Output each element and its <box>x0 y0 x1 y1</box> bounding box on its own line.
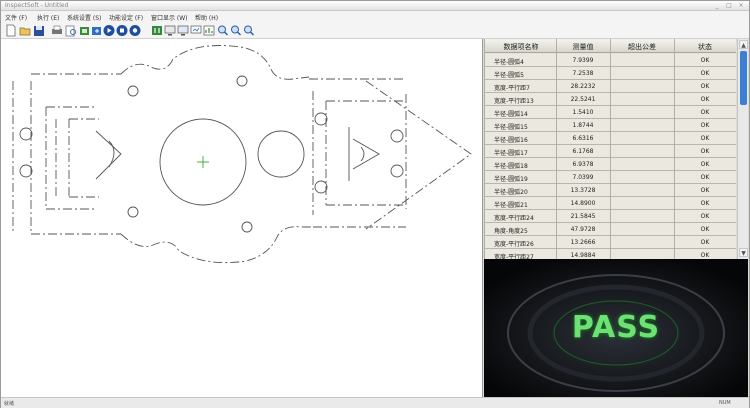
drawing-canvas[interactable] <box>1 39 483 397</box>
maximize-icon[interactable]: □ <box>725 2 733 9</box>
close-icon[interactable]: × <box>737 2 745 9</box>
cell-name: 宽度-平行距13 <box>494 98 534 105</box>
print-icon[interactable] <box>51 24 63 37</box>
new-file-icon[interactable] <box>5 24 17 37</box>
status-num: NUM <box>719 400 731 406</box>
cell-value: 22.5241 <box>570 96 596 103</box>
cell-value: 14.9884 <box>570 252 596 259</box>
cell-value: 13.2666 <box>570 239 596 246</box>
cell-name: 宽度-平行距27 <box>494 254 534 259</box>
menu-function[interactable]: 功能设定 (F) <box>109 13 143 22</box>
cell-value: 6.6316 <box>572 135 594 142</box>
cell-status: OK <box>700 96 710 103</box>
stop-icon[interactable] <box>116 24 128 37</box>
cell-status: OK <box>700 109 710 116</box>
cell-name: 宽度-平行距24 <box>494 215 534 222</box>
title-bar: InspectSoft - Untitled _ □ × <box>1 1 749 11</box>
cell-status: OK <box>700 122 710 129</box>
pass-result-label: PASS <box>571 310 661 345</box>
window-title: InspectSoft - Untitled <box>5 2 69 9</box>
import-icon[interactable] <box>79 24 91 37</box>
menu-execute[interactable]: 执行 (E) <box>37 13 59 22</box>
measurement-table: 数据项名称 测量值 超出公差 状态 半径-圆弧4 7.9399 OK 半径-圆弧5 7.… <box>484 39 736 259</box>
cell-status: OK <box>700 70 710 77</box>
minimize-icon[interactable]: _ <box>713 2 721 9</box>
center-crosshair <box>197 156 209 168</box>
toolbar <box>1 22 749 39</box>
cell-status: OK <box>700 187 710 194</box>
cell-status: OK <box>700 83 710 90</box>
cell-value: 14.8900 <box>570 200 596 207</box>
cell-value: 1.5410 <box>572 109 594 116</box>
cell-name: 角度-角度25 <box>494 228 528 235</box>
cell-value: 47.9728 <box>570 226 596 233</box>
cell-name: 半径-圆弧21 <box>494 202 528 209</box>
menu-system[interactable]: 系统设置 (S) <box>67 13 101 22</box>
cell-status: OK <box>700 148 710 155</box>
scroll-thumb[interactable] <box>740 51 747 105</box>
monitor-icon[interactable] <box>177 24 189 37</box>
cell-name: 宽度-平行距26 <box>494 241 534 248</box>
menu-help[interactable]: 帮助 (H) <box>195 13 218 22</box>
part-outline-drawing <box>12 45 472 264</box>
cell-status: OK <box>700 226 710 233</box>
cell-status: OK <box>700 135 710 142</box>
cell-value: 13.3728 <box>570 187 596 194</box>
screen-icon[interactable] <box>164 24 176 37</box>
cell-status: OK <box>700 200 710 207</box>
open-folder-icon[interactable] <box>19 24 31 37</box>
zoom-fit-icon[interactable] <box>243 24 255 37</box>
status-bar: 就绪 NUM <box>1 397 749 408</box>
cell-name: 宽度-平行距7 <box>494 85 530 92</box>
col-header-status[interactable]: 状态 <box>674 42 736 52</box>
cell-value: 6.9378 <box>572 161 594 168</box>
cell-name: 半径-圆弧4 <box>494 59 524 66</box>
zoom-out-icon[interactable] <box>230 24 242 37</box>
play-icon[interactable] <box>103 24 115 37</box>
chart-icon[interactable] <box>203 24 215 37</box>
scroll-down-icon[interactable]: ▼ <box>739 248 748 257</box>
cell-name: 半径-圆弧15 <box>494 124 528 131</box>
cell-value: 7.0399 <box>572 174 594 181</box>
cell-status: OK <box>700 252 710 259</box>
record-icon[interactable] <box>129 24 141 37</box>
cell-value: 6.1768 <box>572 148 594 155</box>
pause-icon[interactable] <box>151 24 163 37</box>
col-header-value[interactable]: 测量值 <box>556 42 610 52</box>
cell-status: OK <box>700 213 710 220</box>
cell-name: 半径-圆弧20 <box>494 189 528 196</box>
cell-name: 半径-圆弧19 <box>494 176 528 183</box>
cell-status: OK <box>700 174 710 181</box>
zoom-in-icon[interactable] <box>217 24 229 37</box>
cell-value: 7.9399 <box>572 57 594 64</box>
col-header-name[interactable]: 数据项名称 <box>494 42 548 52</box>
menu-bar: 文件 (F) 执行 (E) 系统设置 (S) 功能设定 (F) 窗口显示 (W)… <box>1 11 749 22</box>
result-display: PASS <box>484 259 748 397</box>
menu-file[interactable]: 文件 (F) <box>5 13 27 22</box>
export-icon[interactable] <box>91 24 103 37</box>
cell-name: 半径-圆弧16 <box>494 137 528 144</box>
cell-status: OK <box>700 239 710 246</box>
scroll-up-icon[interactable]: ▲ <box>739 40 748 49</box>
save-icon[interactable] <box>33 24 45 37</box>
display-icon[interactable] <box>190 24 202 37</box>
col-header-over[interactable]: 超出公差 <box>610 42 674 52</box>
cell-name: 半径-圆弧18 <box>494 163 528 170</box>
cell-status: OK <box>700 57 710 64</box>
cell-value: 1.8744 <box>572 122 594 129</box>
cell-name: 半径-圆弧17 <box>494 150 528 157</box>
menu-window[interactable]: 窗口显示 (W) <box>151 13 188 22</box>
cell-value: 7.2538 <box>572 70 594 77</box>
cell-status: OK <box>700 161 710 168</box>
print-preview-icon[interactable] <box>65 24 77 37</box>
cell-name: 半径-圆弧5 <box>494 72 524 79</box>
status-ready: 就绪 <box>4 401 15 407</box>
cell-value: 21.5845 <box>570 213 596 220</box>
cell-name: 半径-圆弧14 <box>494 111 528 118</box>
table-scrollbar[interactable]: ▲ ▼ <box>737 39 748 259</box>
cell-value: 28.2232 <box>570 83 596 90</box>
right-panel: 数据项名称 测量值 超出公差 状态 半径-圆弧4 7.9399 OK 半径-圆弧5 7.… <box>483 39 749 397</box>
application-window: InspectSoft - Untitled _ □ × 文件 (F) 执行 (… <box>0 0 750 408</box>
